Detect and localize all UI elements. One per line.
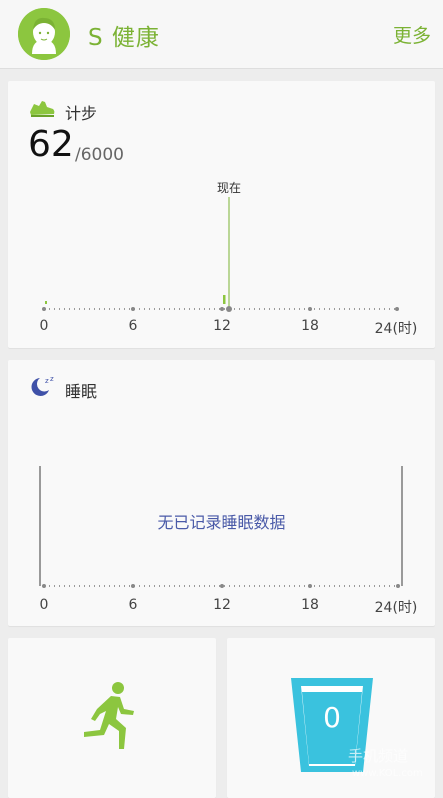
watermark-url: www.KOL.com (352, 768, 423, 779)
runner-icon (84, 682, 134, 749)
sleep-axis-label: 0 (39, 597, 49, 613)
svg-text:z: z (45, 377, 49, 385)
avatar-face-icon (18, 8, 70, 60)
steps-bar (223, 295, 226, 304)
steps-axis-label: 6 (128, 318, 138, 334)
sleep-axis-label: 24(时) (374, 600, 418, 616)
svg-text:z: z (50, 375, 54, 383)
steps-axis-label: 18 (301, 318, 319, 334)
avatar[interactable] (18, 8, 70, 60)
water-count: 0 (323, 701, 341, 734)
sleep-axis-label: 6 (128, 597, 138, 613)
steps-title: 计步 (65, 104, 98, 123)
more-button[interactable]: 更多 (393, 21, 431, 48)
steps-timeline-chart (42, 197, 399, 312)
steps-axis-label: 12 (213, 318, 231, 334)
sleep-no-data-text: 无已记录睡眠数据 (157, 513, 286, 532)
now-label: 现在 (216, 181, 242, 195)
moon-zzz-icon: z z (31, 375, 54, 396)
watermark-text: 手机频道 (348, 747, 409, 765)
sleep-axis-label: 18 (301, 597, 319, 613)
steps-bar (45, 301, 47, 304)
steps-axis-label: 0 (39, 318, 49, 334)
now-marker (226, 306, 232, 312)
steps-count: 62 (28, 124, 74, 165)
steps-goal: /6000 (75, 145, 124, 165)
sleep-axis-label: 12 (213, 597, 231, 613)
steps-axis-label: 24(时) (374, 321, 418, 337)
app-title: S 健康 (88, 25, 160, 51)
shoe-icon (30, 101, 55, 117)
sleep-title: 睡眠 (65, 382, 98, 401)
app-header: S 健康 更多 (0, 0, 443, 69)
